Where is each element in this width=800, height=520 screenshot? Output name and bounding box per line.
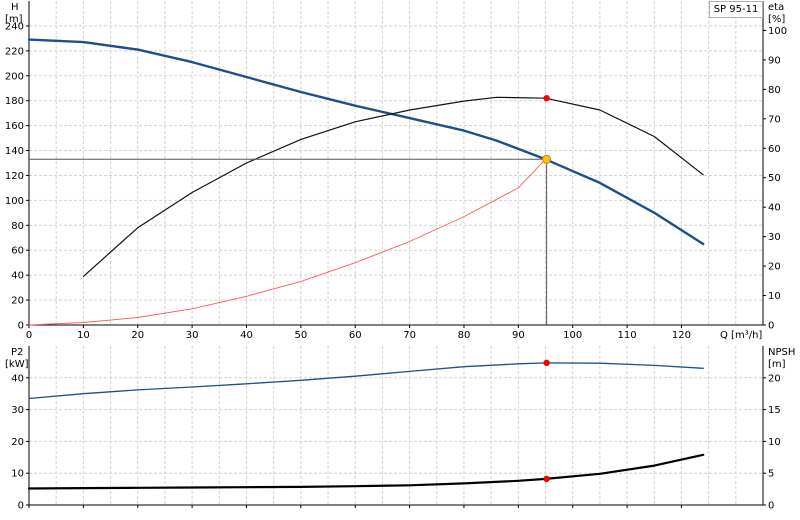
head-efficiency-left-tick-label: 200 (5, 71, 24, 82)
head-efficiency-x-tick-label: 60 (349, 330, 362, 341)
head-efficiency-x-tick-label: 80 (458, 330, 471, 341)
power-npsh-right-unit: [m] (768, 359, 786, 370)
power-npsh-right-label: NPSH (768, 347, 795, 358)
power-npsh-left-tick-label: 20 (11, 437, 24, 448)
duty-operating-point (542, 154, 552, 164)
head-efficiency-left-tick-label: 100 (5, 196, 24, 207)
head-efficiency-right-tick-label: 80 (768, 85, 781, 96)
power-npsh-right-tick-label: 5 (768, 469, 774, 480)
head-efficiency-left-tick-label: 120 (5, 171, 24, 182)
pump-curve-figure: H[m]020406080100120140160180200220240eta… (5, 1, 795, 512)
power-npsh-left-unit: [kW] (5, 359, 29, 370)
head-efficiency-right-tick-label: 60 (768, 144, 781, 155)
head-efficiency-x-tick-label: 70 (403, 330, 416, 341)
head-efficiency-x-tick-label: 100 (563, 330, 582, 341)
power-npsh-right-tick-label: 15 (768, 405, 781, 416)
eta-operating-point (543, 95, 550, 102)
head-efficiency-right-label: eta (768, 2, 784, 13)
power-npsh-left-tick-label: 40 (11, 373, 24, 384)
head-efficiency-right-tick-label: 70 (768, 114, 781, 125)
head-efficiency-left-tick-label: 20 (11, 296, 24, 307)
head-efficiency-x-tick-label: 110 (618, 330, 637, 341)
head-efficiency-left-tick-label: 180 (5, 96, 24, 107)
head-efficiency-right-tick-label: 100 (768, 26, 787, 37)
power-npsh-series-npsh (27, 453, 705, 490)
power-npsh-series-p2 (28, 362, 704, 400)
head-efficiency-x-tick-label: 20 (131, 330, 144, 341)
head-efficiency-left-tick-label: 140 (5, 146, 24, 157)
p2-operating-point (543, 359, 550, 367)
legend-pump-model: SP 95-11 (709, 1, 763, 18)
npsh-operating-point (543, 475, 550, 483)
head-efficiency-series-eta (82, 96, 704, 277)
head-efficiency-left-tick-label: 80 (11, 221, 24, 232)
head-efficiency-right-tick-label: 50 (768, 173, 781, 184)
head-efficiency-right-tick-label: 0 (768, 321, 774, 332)
head-efficiency-left-tick-label: 0 (18, 321, 24, 332)
head-efficiency-x-tick-label: 40 (240, 330, 253, 341)
head-efficiency-x-tick-label: 120 (672, 330, 691, 341)
head-efficiency-right-unit: [%] (768, 14, 785, 25)
power-npsh-right-tick-label: 0 (768, 501, 774, 512)
head-efficiency-x-tick-label: 90 (512, 330, 525, 341)
head-efficiency-right-tick-label: 90 (768, 55, 781, 66)
head-efficiency-right-tick-label: 40 (768, 203, 781, 214)
head-efficiency-left-tick-label: 220 (5, 46, 24, 57)
head-efficiency-left-tick-label: 60 (11, 246, 24, 257)
power-npsh-left-tick-label: 0 (18, 501, 24, 512)
head-efficiency-left-tick-label: 40 (11, 271, 24, 282)
power-npsh-right-tick-label: 10 (768, 437, 781, 448)
power-npsh-right-tick-label: 20 (768, 373, 781, 384)
head-efficiency-right-tick-label: 30 (768, 232, 781, 243)
head-efficiency-x-tick-label: 0 (26, 330, 32, 341)
head-efficiency-left-label: H (11, 2, 19, 13)
head-efficiency-x-tick-label: 10 (77, 330, 90, 341)
head-efficiency-right-tick-label: 20 (768, 262, 781, 273)
power-npsh-left-label: P2 (11, 347, 23, 358)
power-npsh-left-tick-label: 10 (11, 469, 24, 480)
head-efficiency-x-label: Q [m³/h] (720, 330, 762, 341)
head-efficiency-x-tick-label: 50 (294, 330, 307, 341)
head-efficiency-series-h (27, 38, 705, 246)
head-efficiency-x-tick-label: 30 (186, 330, 199, 341)
power-npsh-left-tick-label: 30 (11, 405, 24, 416)
head-efficiency-left-tick-label: 160 (5, 121, 24, 132)
head-efficiency-right-tick-label: 10 (768, 291, 781, 302)
head-efficiency-left-tick-label: 240 (5, 21, 24, 32)
